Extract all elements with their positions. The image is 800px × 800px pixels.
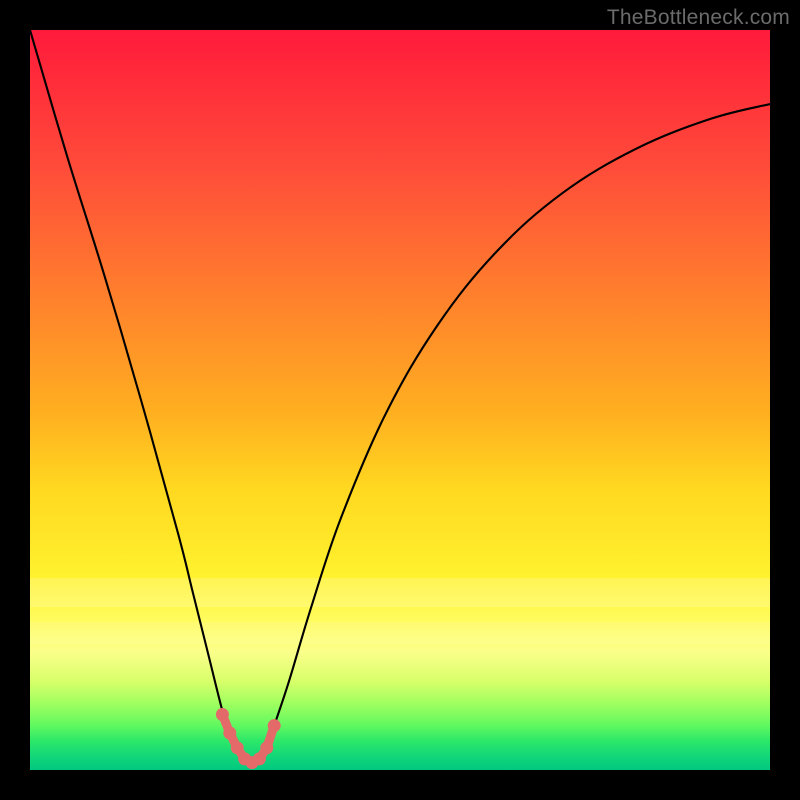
marker-dot [231,741,244,754]
bottleneck-curve-svg [30,30,770,770]
marker-dot [223,727,236,740]
marker-dot [260,741,273,754]
watermark-text: TheBottleneck.com [607,6,790,30]
chart-frame: TheBottleneck.com [0,0,800,800]
plot-area [30,30,770,770]
marker-dot [216,708,229,721]
bottleneck-curve [30,30,770,763]
marker-dot [253,752,266,765]
marker-dot [268,719,281,732]
